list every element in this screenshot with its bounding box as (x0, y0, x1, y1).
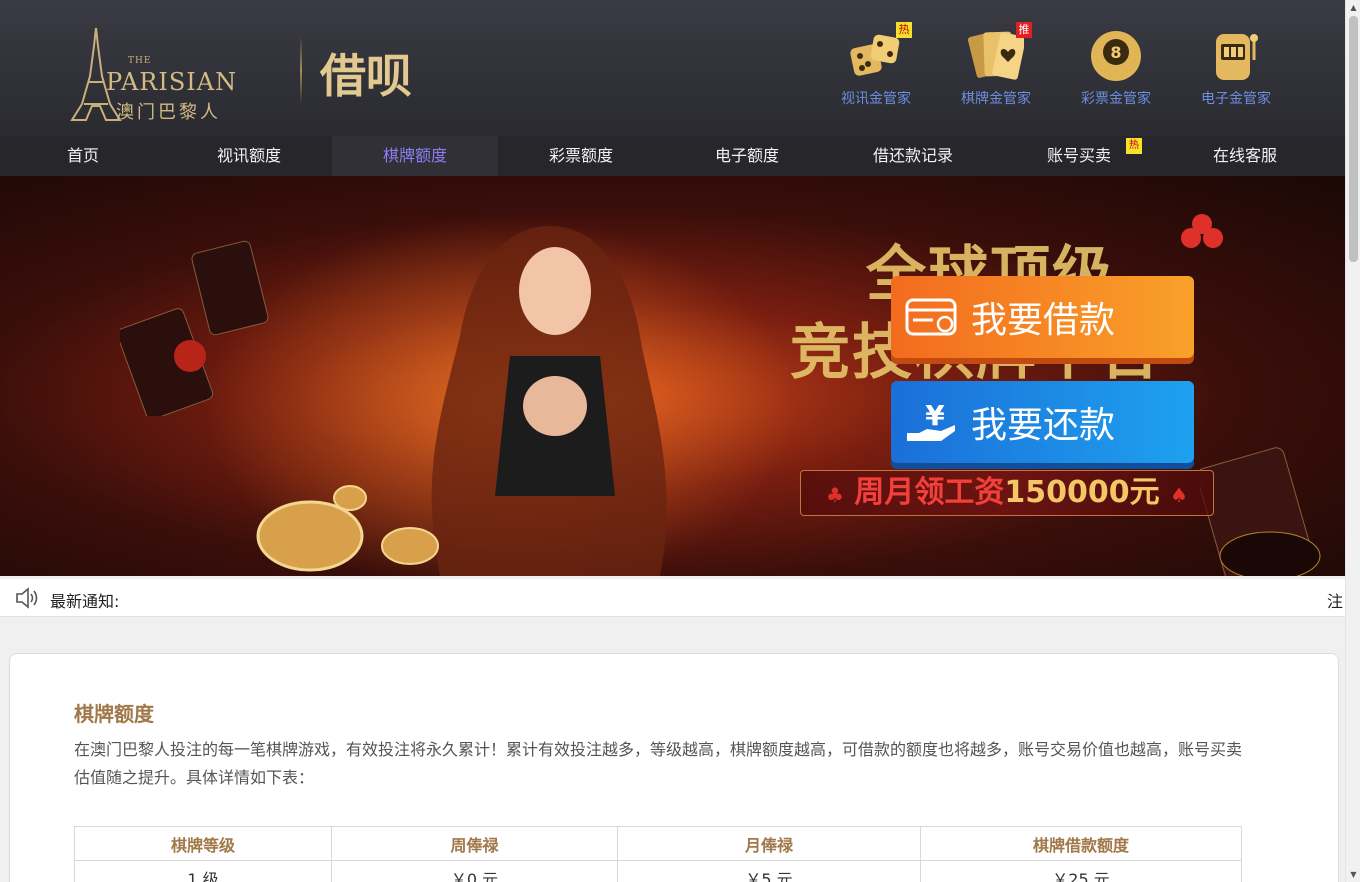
manager-live[interactable]: 热 视讯金管家 (826, 22, 926, 108)
logo-the: THE (128, 56, 152, 66)
manager-slots[interactable]: 电子金管家 (1186, 28, 1286, 108)
manager-live-badge: 热 (896, 22, 912, 38)
page-title: 借呗 (320, 49, 412, 103)
hot-badge: 热 (1126, 138, 1142, 154)
repay-button[interactable]: ¥ 我要还款 (891, 381, 1194, 463)
nav-account-trade[interactable]: 账号买卖 热 (996, 136, 1162, 176)
table-header: 周俸禄 (331, 826, 618, 861)
borrow-label: 我要借款 (971, 300, 1116, 341)
table-header: 棋牌借款额度 (920, 826, 1242, 861)
table-header: 棋牌等级 (74, 826, 332, 861)
repay-label: 我要还款 (971, 405, 1116, 446)
manager-slots-label: 电子金管家 (1201, 91, 1271, 107)
playing-cards-illustration (120, 240, 269, 416)
main-nav: 首页 视讯额度 棋牌额度 彩票额度 电子额度 借还款记录 账号买卖 热 在线客服 (0, 136, 1345, 176)
nav-slots-credit[interactable]: 电子额度 (664, 136, 830, 176)
table-row: 1 级 ￥0 元 ￥5 元 ￥25 元 (74, 860, 1242, 882)
section-title: 棋牌额度 (74, 702, 154, 726)
notice-bar: 最新通知: 注 (0, 579, 1345, 617)
notice-label: 最新通知: (50, 592, 120, 611)
section-description: 在澳门巴黎人投注的每一笔棋牌游戏，有效投注将永久累计！累计有效投注越多，等级越高… (74, 740, 1243, 787)
svg-text:8: 8 (1110, 43, 1121, 62)
dice-icon: 热 (848, 22, 912, 84)
hero-banner: 全球顶级 竞技棋牌平台 ♣ 周月领工资150000元 ♠ 我要借款 ¥ 我要还款 (0, 176, 1345, 576)
svg-text:¥: ¥ (925, 399, 945, 432)
nav-loan-records[interactable]: 借还款记录 (830, 136, 996, 176)
manager-cards-badge: 推 (1016, 22, 1032, 38)
logo-cn: 澳门巴黎人 (116, 102, 221, 123)
header: THE PARISIAN 澳门巴黎人 借呗 热 视讯金管家 推 棋牌金管家 8 … (0, 0, 1345, 136)
nav-cards-credit[interactable]: 棋牌额度 (332, 136, 498, 176)
salary-ribbon: ♣ 周月领工资150000元 ♠ (800, 470, 1214, 516)
table-header-row: 棋牌等级 周俸禄 月俸禄 棋牌借款额度 (74, 826, 1242, 861)
manager-lottery[interactable]: 8 彩票金管家 (1066, 28, 1166, 108)
nav-home[interactable]: 首页 (0, 136, 166, 176)
manager-cards[interactable]: 推 棋牌金管家 (946, 22, 1046, 108)
notice-marquee[interactable]: 注 (1327, 588, 1345, 612)
level-table: 棋牌等级 周俸禄 月俸禄 棋牌借款额度 1 级 ￥0 元 ￥5 元 ￥25 元 (74, 826, 1242, 882)
table-cell: ￥0 元 (331, 860, 618, 882)
table-cell: 1 级 (74, 860, 332, 882)
nav-customer-service[interactable]: 在线客服 (1162, 136, 1328, 176)
speaker-icon (16, 587, 38, 609)
club-suit-icon: ♣ (825, 483, 844, 507)
borrow-button[interactable]: 我要借款 (891, 276, 1194, 358)
logo-name: PARISIAN (106, 68, 238, 96)
cards-icon: 推 (967, 22, 1032, 84)
scroll-down-arrow-icon[interactable]: ▼ (1349, 870, 1358, 879)
slot-machine-icon (1208, 28, 1264, 84)
salary-amount: 150000元 (1004, 475, 1160, 510)
spade-suit-icon: ♠ (1170, 483, 1189, 507)
parisian-logo[interactable]: THE PARISIAN 澳门巴黎人 (66, 26, 246, 126)
table-cell: ￥5 元 (617, 860, 921, 882)
content-card: 棋牌额度 在澳门巴黎人投注的每一笔棋牌游戏，有效投注将永久累计！累计有效投注越多… (9, 653, 1339, 882)
eight-ball-icon: 8 (1088, 28, 1144, 84)
nav-account-trade-label: 账号买卖 (1046, 146, 1111, 165)
manager-lottery-label: 彩票金管家 (1081, 91, 1151, 107)
manager-live-label: 视讯金管家 (841, 91, 911, 107)
gold-coins-illustration (256, 485, 439, 572)
club-suit-icon (1181, 214, 1223, 248)
nav-lottery-credit[interactable]: 彩票额度 (498, 136, 664, 176)
manager-cards-label: 棋牌金管家 (961, 91, 1031, 107)
table-header: 月俸禄 (617, 826, 921, 861)
nav-live-credit[interactable]: 视讯额度 (166, 136, 332, 176)
hand-money-icon: ¥ (907, 399, 955, 441)
scrollbar-thumb[interactable] (1349, 16, 1358, 262)
salary-prefix: 周月领工资 (854, 475, 1005, 510)
credit-card-icon (905, 298, 957, 336)
six-of-hearts-card-illustration (1200, 447, 1321, 576)
table-cell: ￥25 元 (920, 860, 1242, 882)
scroll-up-arrow-icon[interactable]: ▲ (1349, 3, 1358, 12)
logo-divider (300, 36, 302, 104)
page-scrollbar[interactable]: ▲ ▼ (1345, 0, 1360, 882)
